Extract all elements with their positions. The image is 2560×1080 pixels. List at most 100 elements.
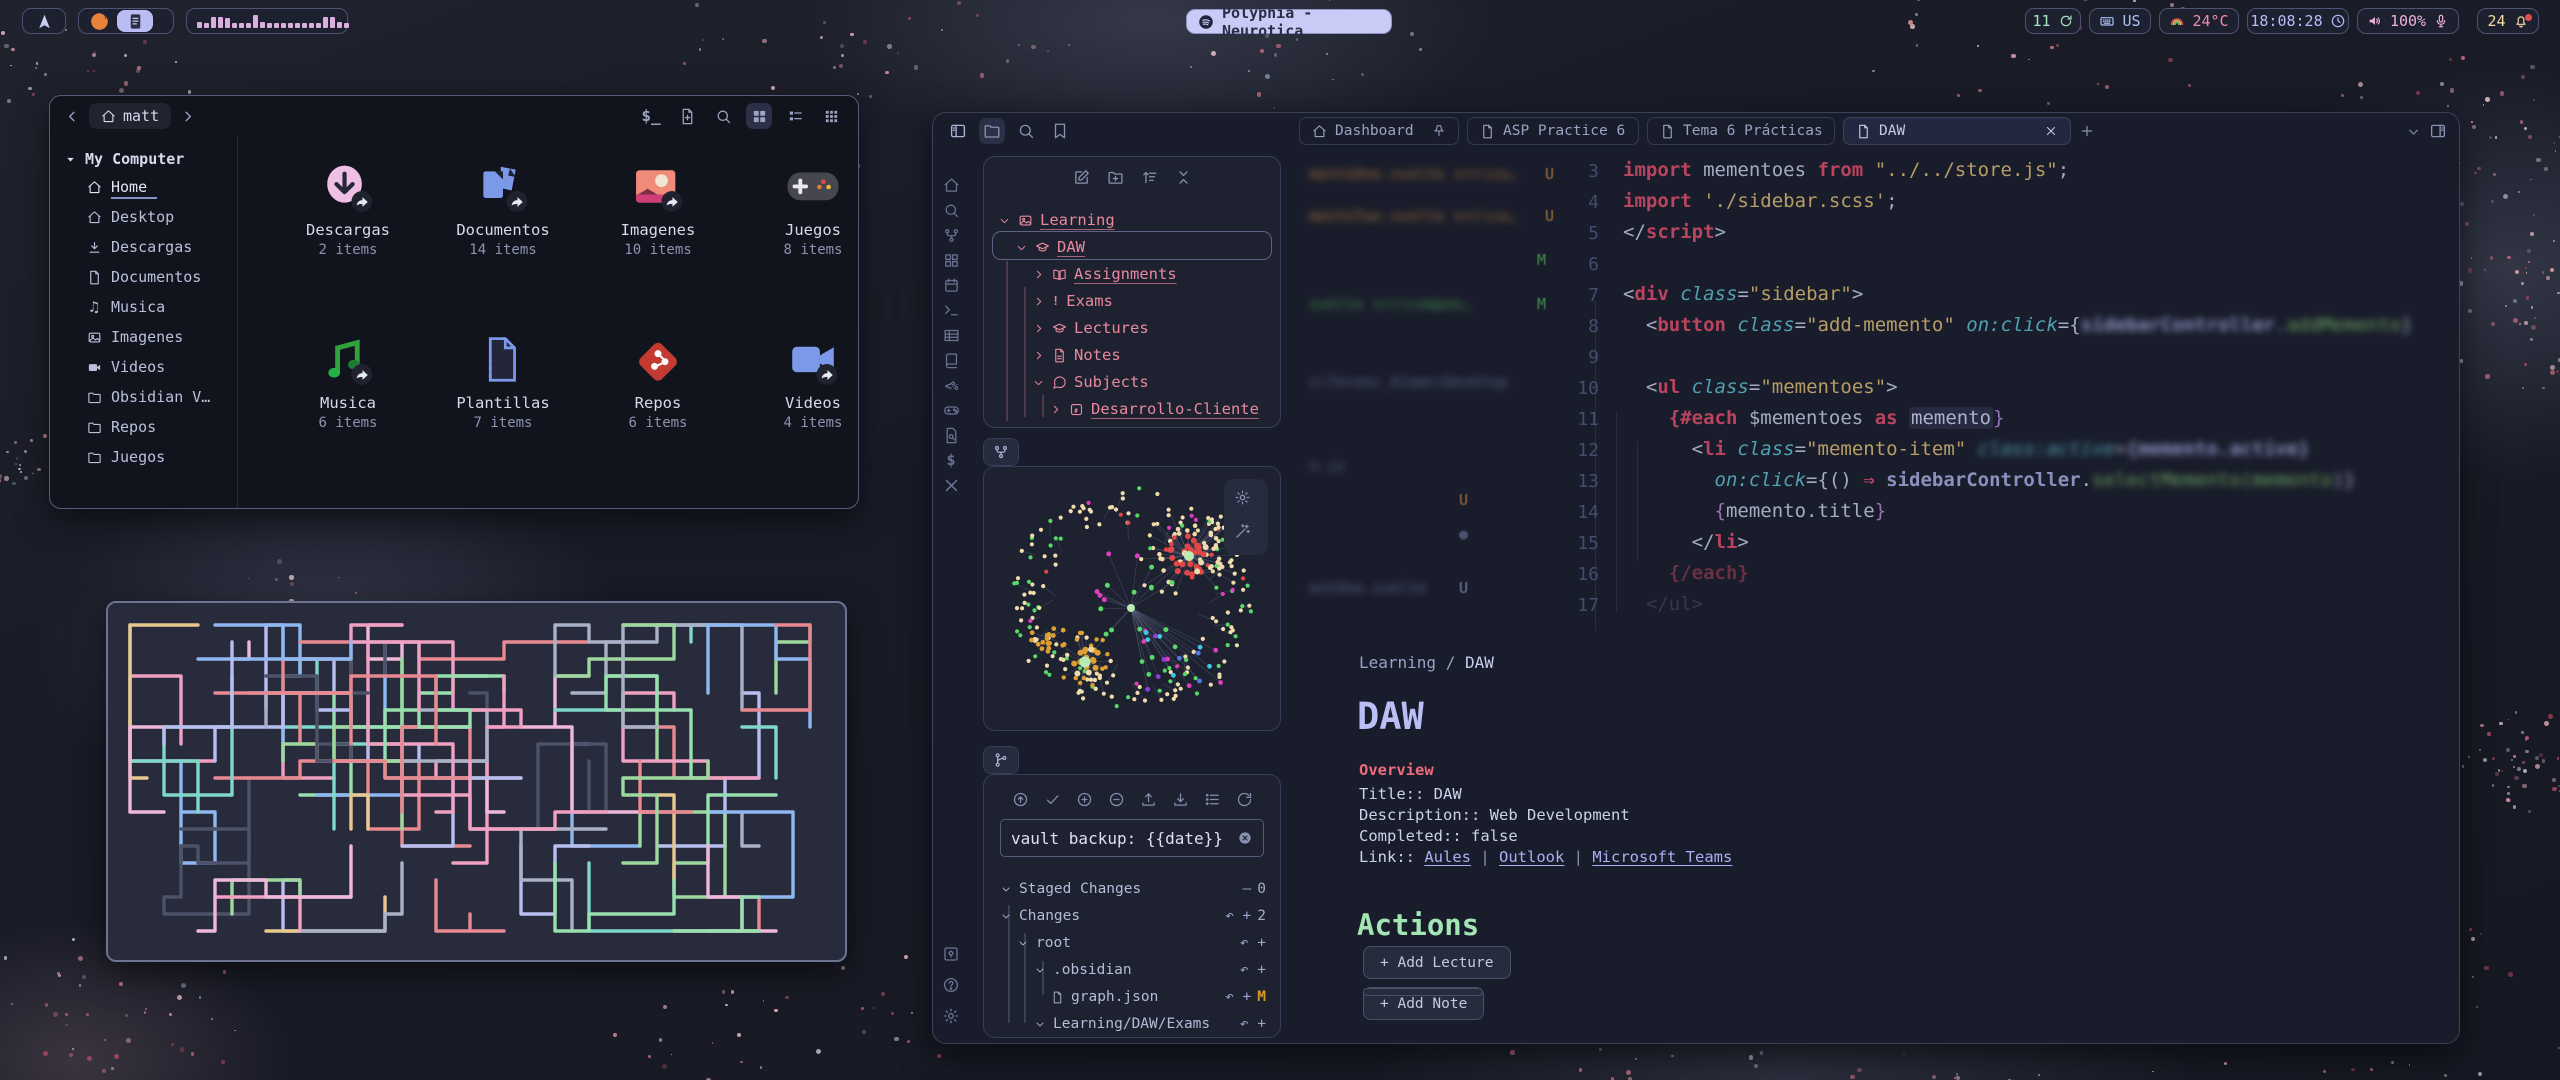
sidebar-item-obsidianv[interactable]: Obsidian V… — [64, 382, 237, 412]
forward-button[interactable] — [179, 108, 196, 125]
ribbon-gear-icon[interactable] — [933, 1000, 969, 1031]
folder-repos[interactable]: Repos6 items — [583, 334, 733, 431]
module-updates[interactable]: 11 — [2025, 8, 2081, 34]
breadcrumb[interactable]: matt — [89, 103, 171, 129]
unstage-all-icon[interactable] — [1108, 791, 1125, 808]
tree-item-subjects[interactable]: Subjects — [1032, 369, 1149, 395]
grid-view-icon[interactable] — [746, 103, 772, 129]
ribbon-file-search-icon[interactable] — [933, 423, 969, 448]
tree-item-assignments[interactable]: Assignments — [1032, 261, 1177, 287]
sidebar-item-repos[interactable]: Repos — [64, 412, 237, 442]
wand-icon[interactable] — [1234, 523, 1251, 540]
chevron-right-icon[interactable] — [1032, 268, 1045, 281]
ribbon-home-icon[interactable] — [933, 173, 969, 198]
commit-message-input[interactable]: vault backup: {{date}} — [1000, 819, 1264, 857]
stage-all-icon[interactable] — [1076, 791, 1093, 808]
module-clock[interactable]: 18:08:28 — [2247, 8, 2349, 34]
refresh-icon[interactable] — [1236, 791, 1253, 808]
chevron-down-icon[interactable] — [998, 214, 1011, 227]
folder-documentos[interactable]: Documentos14 items — [428, 161, 578, 258]
sidebar-item-imagenes[interactable]: Imagenes — [64, 322, 237, 352]
module-notifications[interactable]: 24 — [2477, 8, 2539, 34]
tree-item-notes[interactable]: Notes — [1032, 342, 1121, 368]
button-add-lecture[interactable]: + Add Lecture — [1363, 946, 1511, 979]
obsidian-window[interactable]: DashboardASP Practice 6Tema 6 Prácticas … — [932, 112, 2460, 1044]
bookmark-icon[interactable] — [1047, 118, 1073, 144]
module-keyboard-layout[interactable]: US — [2089, 8, 2151, 34]
sidebar-item-descargas[interactable]: Descargas — [64, 232, 237, 262]
chevron-down-icon[interactable] — [1034, 1018, 1046, 1030]
git-row-learning-daw-exams[interactable]: Learning/DAW/Exams↶ + — [1034, 1012, 1266, 1036]
chevron-down-icon[interactable] — [1017, 937, 1029, 949]
back-button[interactable] — [64, 108, 81, 125]
link-outlook[interactable]: Outlook — [1499, 848, 1564, 866]
git-row-actions[interactable]: ↶ + — [1240, 962, 1266, 978]
ribbon-search-icon[interactable] — [933, 198, 969, 223]
chevron-right-icon[interactable] — [1049, 403, 1062, 416]
collapse-icon[interactable] — [1175, 169, 1192, 186]
new-note-icon[interactable] — [1073, 169, 1090, 186]
sidebar-item-juegos[interactable]: Juegos — [64, 442, 237, 472]
sidebar-item-musica[interactable]: ♫Musica — [64, 292, 237, 322]
ribbon-git-graph-icon[interactable] — [933, 223, 969, 248]
backup-icon[interactable] — [1012, 791, 1029, 808]
dock[interactable] — [78, 8, 174, 34]
tab-list-icon[interactable] — [2406, 124, 2421, 139]
tab-daw[interactable]: DAW — [1843, 117, 2071, 145]
git-row--obsidian[interactable]: .obsidian↶ + — [1034, 958, 1266, 982]
tree-item-learning[interactable]: Learning — [998, 207, 1115, 233]
link-aules[interactable]: Aules — [1424, 848, 1471, 866]
ribbon-tools-icon[interactable] — [933, 473, 969, 498]
sort-icon[interactable] — [1141, 169, 1158, 186]
ribbon-calendar-icon[interactable] — [933, 273, 969, 298]
folder-plantillas[interactable]: Plantillas7 items — [428, 334, 578, 431]
commit-icon[interactable] — [1044, 791, 1061, 808]
breadcrumb-current[interactable]: DAW — [1465, 653, 1494, 672]
new-folder-icon[interactable] — [1107, 169, 1124, 186]
firefox-icon[interactable] — [89, 11, 110, 32]
chevron-down-icon[interactable] — [1015, 241, 1028, 254]
sidebar-item-home[interactable]: Home — [64, 172, 237, 202]
git-row-actions[interactable]: ↶ + — [1240, 935, 1266, 951]
file-plus-icon[interactable] — [674, 103, 700, 129]
chevron-down-icon[interactable] — [1032, 376, 1045, 389]
module-weather[interactable]: 24°C — [2159, 8, 2239, 34]
git-row-actions[interactable]: ↶ + — [1240, 1016, 1266, 1032]
ribbon-help-icon[interactable] — [933, 969, 969, 1000]
ribbon-code-percent-icon[interactable]: <% — [933, 373, 969, 398]
change-list-icon[interactable] — [1204, 791, 1221, 808]
chevron-down-icon[interactable] — [1000, 883, 1012, 895]
folder-imagenes[interactable]: Imagenes10 items — [583, 161, 733, 258]
ribbon-terminal-icon[interactable] — [933, 298, 969, 323]
folder-juegos[interactable]: Juegos8 items — [738, 161, 888, 258]
tree-item-daw[interactable]: DAW — [1015, 234, 1085, 260]
gear-icon[interactable] — [1234, 489, 1251, 506]
graph-panel-tab[interactable] — [983, 438, 1019, 466]
breadcrumb-parent[interactable]: Learning — [1359, 653, 1436, 672]
git-row-changes[interactable]: Changes↶ +2 — [1000, 904, 1266, 928]
circuit-art-window[interactable] — [106, 601, 847, 962]
ribbon-book-icon[interactable] — [933, 348, 969, 373]
chevron-right-icon[interactable] — [1032, 349, 1045, 362]
pin-icon[interactable] — [1432, 124, 1446, 138]
document-icon[interactable] — [117, 10, 153, 32]
chevron-right-icon[interactable] — [1032, 295, 1045, 308]
add-button-partial[interactable] — [1363, 988, 1483, 996]
git-row-root[interactable]: root↶ + — [1017, 931, 1266, 955]
module-volume[interactable]: 100% — [2357, 8, 2459, 34]
tree-item-desarrollo-cliente[interactable]: Desarrollo-Cliente — [1049, 396, 1259, 422]
git-row-actions[interactable]: ↶ +M — [1225, 989, 1266, 1005]
list-view-icon[interactable] — [782, 103, 808, 129]
ribbon-gamepad-icon[interactable] — [933, 398, 969, 423]
tree-item-lectures[interactable]: Lectures — [1032, 315, 1149, 341]
compact-view-icon[interactable] — [818, 103, 844, 129]
file-manager-window[interactable]: matt $_ My Computer HomeDesktopDescargas… — [49, 95, 859, 509]
search-icon[interactable] — [710, 103, 736, 129]
ribbon-table-icon[interactable] — [933, 323, 969, 348]
git-row-graph-json[interactable]: graph.json↶ +M — [1051, 985, 1266, 1009]
pull-icon[interactable] — [1172, 791, 1189, 808]
terminal-icon[interactable]: $_ — [638, 103, 664, 129]
panel-right-icon[interactable] — [2429, 122, 2447, 140]
media-widget[interactable]: Polyphia - Neurotica — [1186, 9, 1392, 34]
git-row-actions[interactable]: —0 — [1243, 881, 1266, 897]
